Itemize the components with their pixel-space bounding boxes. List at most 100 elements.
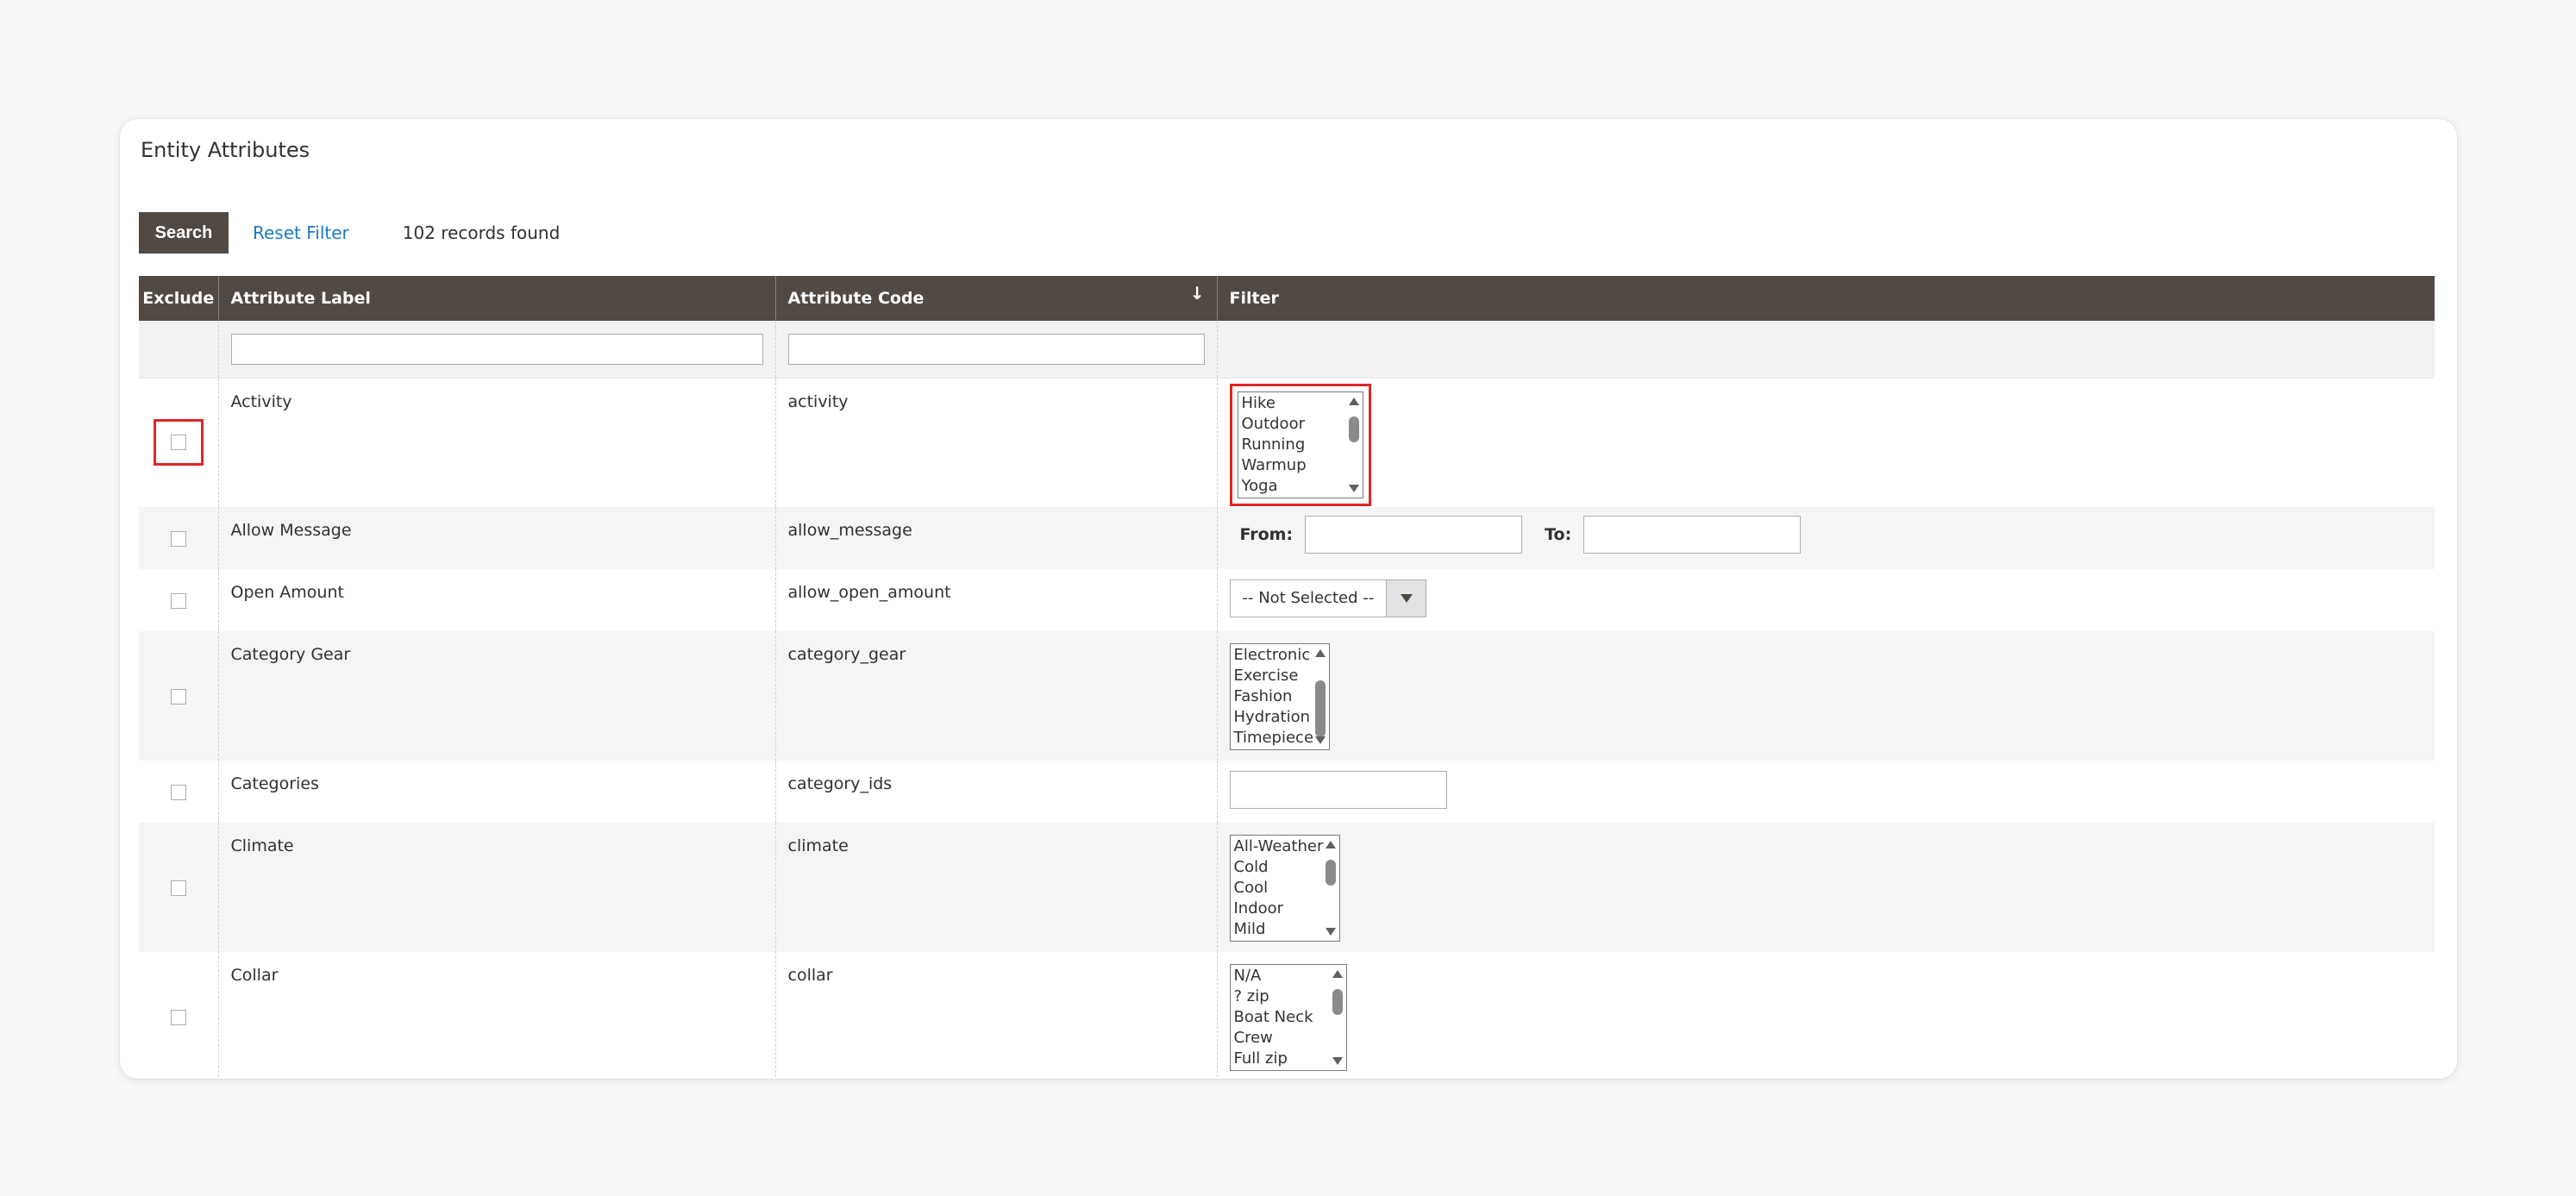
option[interactable]: Outdoor [1242, 414, 1342, 435]
listbox-wrap: N/A ? zip Boat Neck Crew Full zip [1229, 964, 1347, 1071]
exclude-cell [139, 569, 218, 631]
grid-header-row: Exclude Attribute Label Attribute Code ↓… [139, 276, 2435, 321]
attribute-label: Climate [217, 823, 775, 952]
option[interactable]: ? zip [1234, 986, 1326, 1007]
reset-filter-link[interactable]: Reset Filter [253, 222, 349, 243]
header-exclude: Exclude [139, 276, 218, 321]
exclude-checkbox[interactable] [170, 530, 186, 547]
attributes-grid: Exclude Attribute Label Attribute Code ↓… [139, 276, 2435, 1079]
exclude-cell [139, 952, 218, 1079]
option[interactable]: Crew [1234, 1028, 1326, 1049]
filter-cell: Electronic Exercise Fashion Hydration Ti… [1216, 631, 2435, 761]
attribute-label: Allow Message [217, 507, 775, 569]
attribute-code: allow_open_amount [774, 569, 1217, 631]
option[interactable]: Exercise [1234, 666, 1308, 686]
to-label: To: [1545, 525, 1572, 544]
attribute-label-filter-input[interactable] [230, 333, 763, 365]
option[interactable]: Indoor [1234, 899, 1319, 919]
from-input[interactable] [1305, 516, 1523, 554]
open-amount-select[interactable]: -- Not Selected -- [1229, 579, 1427, 617]
attribute-label: Category Gear [217, 631, 775, 761]
option[interactable]: Electronic [1234, 645, 1311, 666]
exclude-cell [139, 631, 218, 761]
select-value: -- Not Selected -- [1242, 589, 1375, 607]
scroll-thumb[interactable] [1332, 989, 1343, 1015]
filter-cell: Hike Outdoor Running Warmup Yoga [1216, 378, 2435, 507]
option[interactable]: Boat Neck [1234, 1007, 1326, 1028]
exclude-checkbox[interactable] [170, 880, 186, 896]
table-row: Open Amount allow_open_amount -- Not Sel… [139, 569, 2435, 631]
header-attribute-code[interactable]: Attribute Code ↓ [774, 276, 1217, 321]
search-button[interactable]: Search [139, 212, 229, 254]
option[interactable]: Cool [1234, 878, 1319, 899]
option[interactable]: N/A [1234, 966, 1326, 986]
table-row: Collar collar N/A ? zip Boat Neck Crew F… [139, 952, 2435, 1079]
filter-cell: -- Not Selected -- [1216, 569, 2435, 631]
scroll-up-icon[interactable] [1348, 397, 1359, 405]
scrollbar[interactable] [1347, 394, 1361, 496]
scroll-down-icon[interactable] [1348, 484, 1359, 492]
table-row: Categories category_ids [139, 761, 2435, 823]
filter-row [139, 321, 2435, 379]
option[interactable]: Warmup [1242, 455, 1342, 476]
option[interactable]: Timepiece [1234, 728, 1314, 748]
option[interactable]: Hydration [1234, 707, 1311, 728]
option[interactable]: Running [1242, 435, 1342, 455]
option[interactable]: All-Weather [1234, 836, 1324, 857]
scrollbar[interactable] [1324, 837, 1338, 939]
option[interactable]: Fashion [1234, 686, 1308, 707]
records-count: 102 records found [402, 222, 561, 243]
filter-cell: All-Weather Cold Cool Indoor Mild [1216, 823, 2435, 952]
attribute-code: activity [774, 378, 1217, 507]
filter-filter-cell [1216, 321, 2435, 379]
option[interactable]: Mild [1234, 919, 1319, 940]
option[interactable]: Hike [1242, 393, 1342, 414]
option[interactable]: Full zip [1234, 1049, 1326, 1069]
listbox-wrap: Electronic Exercise Fashion Hydration Ti… [1229, 643, 1330, 750]
scroll-down-icon[interactable] [1325, 928, 1336, 936]
filter-cell: N/A ? zip Boat Neck Crew Full zip [1216, 952, 2435, 1079]
exclude-checkbox[interactable] [170, 435, 186, 451]
header-attribute-label[interactable]: Attribute Label [217, 276, 775, 321]
entity-attributes-panel: Entity Attributes Search Reset Filter 10… [119, 118, 2458, 1080]
scrollbar[interactable] [1313, 646, 1327, 748]
attribute-code: collar [774, 952, 1217, 1079]
to-input[interactable] [1583, 516, 1802, 554]
scroll-thumb[interactable] [1325, 860, 1336, 886]
collar-multiselect[interactable]: N/A ? zip Boat Neck Crew Full zip [1229, 964, 1347, 1071]
table-row: Category Gear category_gear Electronic E… [139, 631, 2435, 761]
grid-toolbar: Search Reset Filter 102 records found [139, 212, 560, 254]
scrollbar[interactable] [1331, 967, 1344, 1068]
activity-multiselect[interactable]: Hike Outdoor Running Warmup Yoga [1237, 391, 1363, 498]
attribute-label: Activity [217, 378, 775, 507]
listbox-wrap: All-Weather Cold Cool Indoor Mild [1229, 835, 1340, 942]
categories-filter-input[interactable] [1229, 771, 1447, 809]
scroll-up-icon[interactable] [1314, 649, 1326, 657]
filter-cell [1216, 761, 2435, 823]
attribute-code-filter-input[interactable] [787, 333, 1205, 365]
scroll-thumb[interactable] [1348, 416, 1359, 442]
exclude-cell [139, 761, 218, 823]
scroll-up-icon[interactable] [1325, 841, 1336, 848]
panel-title: Entity Attributes [141, 138, 310, 162]
climate-multiselect[interactable]: All-Weather Cold Cool Indoor Mild [1229, 835, 1340, 942]
table-row: Activity activity Hike Outdoor Running W… [139, 378, 2435, 507]
filter-label-cell [217, 321, 775, 379]
scroll-thumb[interactable] [1314, 680, 1326, 737]
filter-exclude-cell [139, 321, 218, 379]
filter-code-cell [774, 321, 1217, 379]
chevron-down-icon[interactable] [1386, 580, 1426, 617]
scroll-down-icon[interactable] [1332, 1057, 1343, 1065]
option[interactable]: Cold [1234, 857, 1319, 878]
exclude-checkbox[interactable] [170, 688, 186, 704]
from-label: From: [1239, 525, 1294, 544]
scroll-up-icon[interactable] [1332, 970, 1343, 978]
exclude-checkbox[interactable] [170, 1009, 186, 1025]
exclude-checkbox[interactable] [170, 592, 186, 609]
filter-cell: From: To: [1216, 507, 2435, 569]
category-gear-multiselect[interactable]: Electronic Exercise Fashion Hydration Ti… [1229, 643, 1330, 750]
exclude-checkbox[interactable] [170, 784, 186, 800]
scroll-down-icon[interactable] [1314, 736, 1326, 744]
table-row: Allow Message allow_message From: To: [139, 507, 2435, 569]
option[interactable]: Yoga [1242, 476, 1342, 497]
